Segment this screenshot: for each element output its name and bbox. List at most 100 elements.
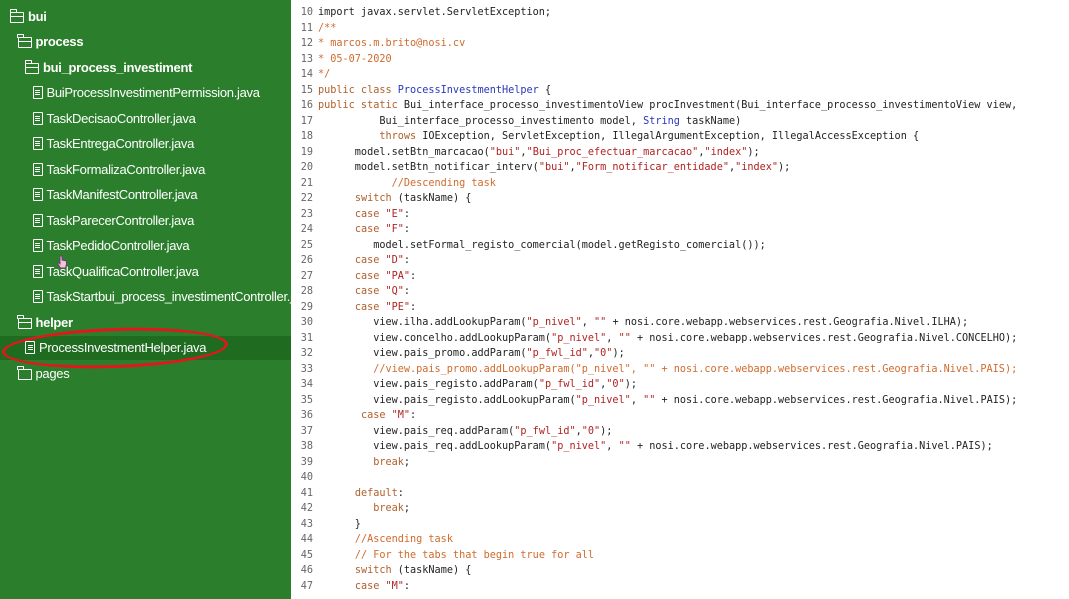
code-line[interactable]: 45 // For the tabs that begin true for a… [291,548,594,564]
code-line[interactable]: 14 */ [291,67,331,83]
code-token: throws [379,131,417,142]
code-line[interactable]: 33 //view.pais_promo.addLookupParam("p_n… [291,362,1018,378]
code-token: , [630,394,644,406]
code-line[interactable]: 28 case "Q": [291,284,410,300]
code-line[interactable]: 13 * 05-07-2020 [291,52,392,68]
file-icon [32,111,43,125]
code-token: : [410,410,417,421]
file-icon [32,137,43,150]
line-number: 13 [300,53,313,65]
code-line[interactable]: 19 model.setBtn_marcacao("bui","Bui_proc… [291,145,760,161]
file-icon [32,188,43,201]
code-token: import javax.servlet.ServletException; [318,7,552,18]
code-line[interactable]: 32 view.pais_promo.addParam("p_fwl_id","… [291,346,625,362]
code-token: public static [318,100,404,111]
line-number: 43 [300,518,313,530]
code-token: "index" [735,162,779,173]
code-token: , [606,441,619,452]
folder-tree-item[interactable]: helper [0,310,291,334]
code-line[interactable]: 31 view.concelho.addLookupParam("p_nivel… [291,331,1018,347]
code-line[interactable]: 44 //Ascending task [291,532,453,548]
file-tree-item[interactable]: BuiProcessInvestimentPermission.java [0,81,291,105]
code-line[interactable]: 18 throws IOException, ServletException,… [291,129,919,145]
code-line[interactable]: 29 case "PE": [291,300,416,316]
code-line[interactable]: 15 public class ProcessInvestmentHelper { [291,83,551,99]
code-line[interactable]: 21 //Descending task [291,176,496,192]
file-tree-item[interactable]: TaskPedidoController.java [0,234,291,258]
code-token: view.pais_registo.addParam( [318,379,539,390]
file-tree-item[interactable]: TaskDecisaoController.java [0,106,291,130]
tree-item-label: ProcessInvestmentHelper.java [39,340,207,355]
file-tree-item[interactable]: TaskStartbui_process_investimentControll… [0,285,291,309]
code-line[interactable]: 20 model.setBtn_notificar_interv("bui","… [291,160,791,176]
code-line[interactable]: 23 case "E": [291,207,410,223]
folder-tree-item[interactable]: bui [0,4,291,28]
code-line[interactable]: 11 /** [291,21,337,37]
code-line[interactable]: 41 default: [291,486,404,502]
code-line[interactable]: 26 case "D": [291,253,410,269]
code-line[interactable]: 46 switch (taskName) { [291,563,472,579]
code-line[interactable]: 47 case "M": [291,579,410,595]
code-token: case [354,270,380,282]
code-token: view.pais_promo.addParam( [318,348,527,359]
code-token: : [403,208,411,220]
code-line[interactable]: 24 case "F": [291,222,410,238]
line-number: 44 [300,534,313,545]
line-number: 47 [300,580,313,592]
code-token: ProcessInvestmentHelper [397,84,539,96]
code-line[interactable]: 38 view.pais_req.addLookupParam("p_nivel… [291,439,993,455]
file-tree-item[interactable]: TaskEntregaController.java [0,132,291,156]
file-tree-item[interactable]: TaskManifestController.java [0,183,291,207]
code-token: "M" [385,580,404,592]
code-editor[interactable]: 10 import javax.servlet.ServletException;… [291,0,1069,599]
code-token: "p_nivel" [526,317,582,328]
code-token: case [354,208,380,220]
code-token: view.pais_req.addParam( [318,425,515,437]
code-token: : [397,487,404,499]
code-line[interactable]: 35 view.pais_registo.addLookupParam("p_n… [291,393,1018,409]
code-line[interactable]: 25 model.setFormal_registo_comercial(mod… [291,238,766,254]
file-tree-item[interactable]: TaskFormalizaController.java [0,157,291,181]
folder-tree-item[interactable]: process [0,30,291,54]
line-number: 36 [300,410,313,421]
code-line[interactable]: 34 view.pais_registo.addParam("p_fwl_id"… [291,377,637,393]
code-line[interactable]: 37 view.pais_req.addParam("p_fwl_id","0"… [291,424,613,440]
code-line[interactable]: 30 view.ilha.addLookupParam("p_nivel", "… [291,315,968,331]
file-tree-item[interactable]: ProcessInvestmentHelper.java [0,335,291,360]
code-token: break [373,503,404,514]
folder-tree-item[interactable]: pages [0,361,291,385]
code-token: ); [600,425,613,437]
line-number: 25 [300,239,313,251]
code-line[interactable]: 43 } [291,517,361,533]
file-tree-item[interactable]: TaskParecerController.java [0,208,291,232]
tree-item-label: BuiProcessInvestimentPermission.java [46,85,260,100]
code-token: view.pais_req.addLookupParam( [318,441,552,452]
code-token: case [354,301,380,313]
code-line[interactable]: 42 break; [291,501,410,517]
code-line[interactable]: 36 case "M": [291,408,416,424]
code-token: * marcos.m.brito@nosi.cv [318,38,466,49]
code-line[interactable]: 16 public static Bui_interface_processo_i… [291,98,1018,114]
code-line[interactable]: 22 switch (taskName) { [291,191,472,207]
code-token: "" [618,441,631,452]
code-line[interactable]: 27 case "PA": [291,269,416,285]
line-number: 45 [300,549,313,561]
code-line[interactable]: 17 Bui_interface_processo_investimento m… [291,114,742,130]
code-line[interactable]: 12 * marcos.m.brito@nosi.cv [291,36,465,52]
line-number: 15 [300,84,313,96]
file-tree-item[interactable]: TaskQualificaController.java [0,259,291,283]
code-line[interactable]: 40 [291,470,318,486]
code-token: String [643,115,680,127]
code-token: case [354,580,380,592]
file-icon [32,213,43,227]
code-line[interactable]: 39 break; [291,455,410,471]
code-line[interactable]: 10 import javax.servlet.ServletException; [291,5,551,21]
code-token: // For the tabs that begin true for all [354,549,595,561]
folder-tree-item[interactable]: bui_process_investiment [0,55,291,79]
code-token: + nosi.core.webapp.webservices.rest.Geog… [630,441,993,452]
